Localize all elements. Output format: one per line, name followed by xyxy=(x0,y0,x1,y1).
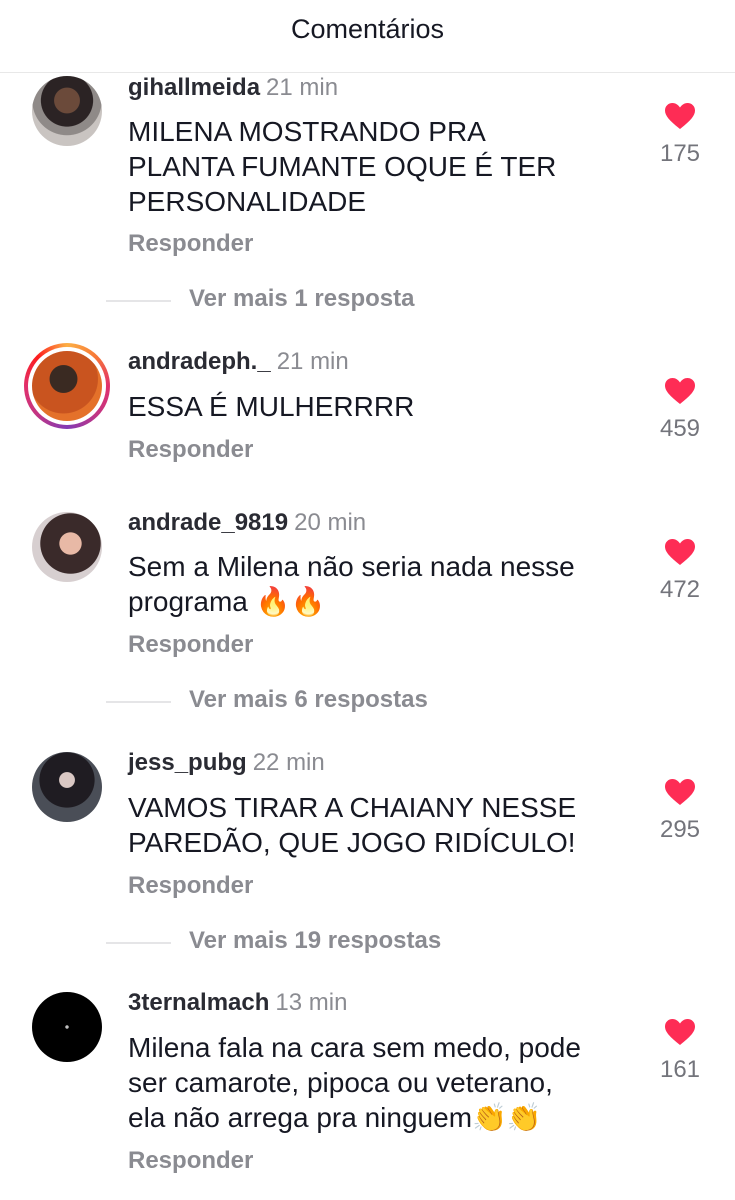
comment-text: Milena fala na cara sem medo, pode ser c… xyxy=(128,1032,581,1133)
view-more-replies[interactable]: Ver mais 1 resposta xyxy=(0,285,735,315)
avatar[interactable] xyxy=(32,992,102,1062)
heart-icon xyxy=(665,378,695,404)
like-count: 472 xyxy=(659,576,701,603)
heart-icon xyxy=(665,539,695,565)
view-more-label[interactable]: Ver mais 19 respostas xyxy=(189,927,441,955)
username[interactable]: andradeph._ xyxy=(128,348,271,375)
divider xyxy=(106,942,171,944)
username[interactable]: jess_pubg xyxy=(128,749,247,776)
comment-text: VAMOS TIRAR A CHAIANY NESSE PAREDÃO, QUE… xyxy=(128,792,577,858)
avatar xyxy=(32,351,102,421)
divider xyxy=(106,300,171,302)
timestamp: 20 min xyxy=(294,509,367,536)
view-more-label[interactable]: Ver mais 6 respostas xyxy=(189,686,428,714)
comment-meta: andrade_9819 20 min xyxy=(128,509,366,537)
like-button[interactable]: 175 xyxy=(650,102,710,168)
avatar[interactable] xyxy=(32,512,102,582)
heart-icon xyxy=(665,103,695,129)
view-more-label[interactable]: Ver mais 1 resposta xyxy=(189,285,414,313)
view-more-replies[interactable]: Ver mais 19 respostas xyxy=(0,927,735,957)
view-more-replies[interactable]: Ver mais 6 respostas xyxy=(0,686,735,716)
timestamp: 21 min xyxy=(266,74,339,101)
like-count: 175 xyxy=(659,140,701,167)
comment-text: MILENA MOSTRANDO PRA PLANTA FUMANTE OQUE… xyxy=(128,116,557,217)
heart-icon xyxy=(665,779,695,805)
like-button[interactable]: 459 xyxy=(650,377,710,443)
timestamp: 13 min xyxy=(275,989,348,1016)
avatar-border xyxy=(28,347,106,425)
timestamp: 22 min xyxy=(252,749,325,776)
heart-icon xyxy=(665,1019,695,1045)
comment-meta: gihallmeida 21 min xyxy=(128,74,338,102)
comment-text: ESSA É MULHERRRR xyxy=(128,391,415,422)
username[interactable]: gihallmeida xyxy=(128,74,260,101)
like-count: 459 xyxy=(659,415,701,442)
avatar-story-ring[interactable] xyxy=(24,343,110,429)
reply-button[interactable]: Responder xyxy=(128,631,253,659)
like-button[interactable]: 472 xyxy=(650,538,710,604)
username[interactable]: 3ternalmach xyxy=(128,989,269,1016)
avatar[interactable] xyxy=(32,752,102,822)
like-count: 161 xyxy=(659,1056,701,1083)
divider xyxy=(106,701,171,703)
reply-button[interactable]: Responder xyxy=(128,230,253,258)
avatar[interactable] xyxy=(32,76,102,146)
timestamp: 21 min xyxy=(276,348,349,375)
comment-meta: 3ternalmach 13 min xyxy=(128,989,347,1017)
comment-meta: jess_pubg 22 min xyxy=(128,749,325,777)
like-button[interactable]: 295 xyxy=(650,778,710,844)
username[interactable]: andrade_9819 xyxy=(128,509,288,536)
comment-text: Sem a Milena não seria nada nesse progra… xyxy=(128,551,575,617)
comment-meta: andradeph._ 21 min xyxy=(128,348,349,376)
reply-button[interactable]: Responder xyxy=(128,436,253,464)
like-button[interactable]: 161 xyxy=(650,1018,710,1084)
comments-header: Comentários xyxy=(0,0,735,73)
reply-button[interactable]: Responder xyxy=(128,1147,253,1175)
reply-button[interactable]: Responder xyxy=(128,872,253,900)
page-title: Comentários xyxy=(290,14,445,44)
like-count: 295 xyxy=(659,816,701,843)
